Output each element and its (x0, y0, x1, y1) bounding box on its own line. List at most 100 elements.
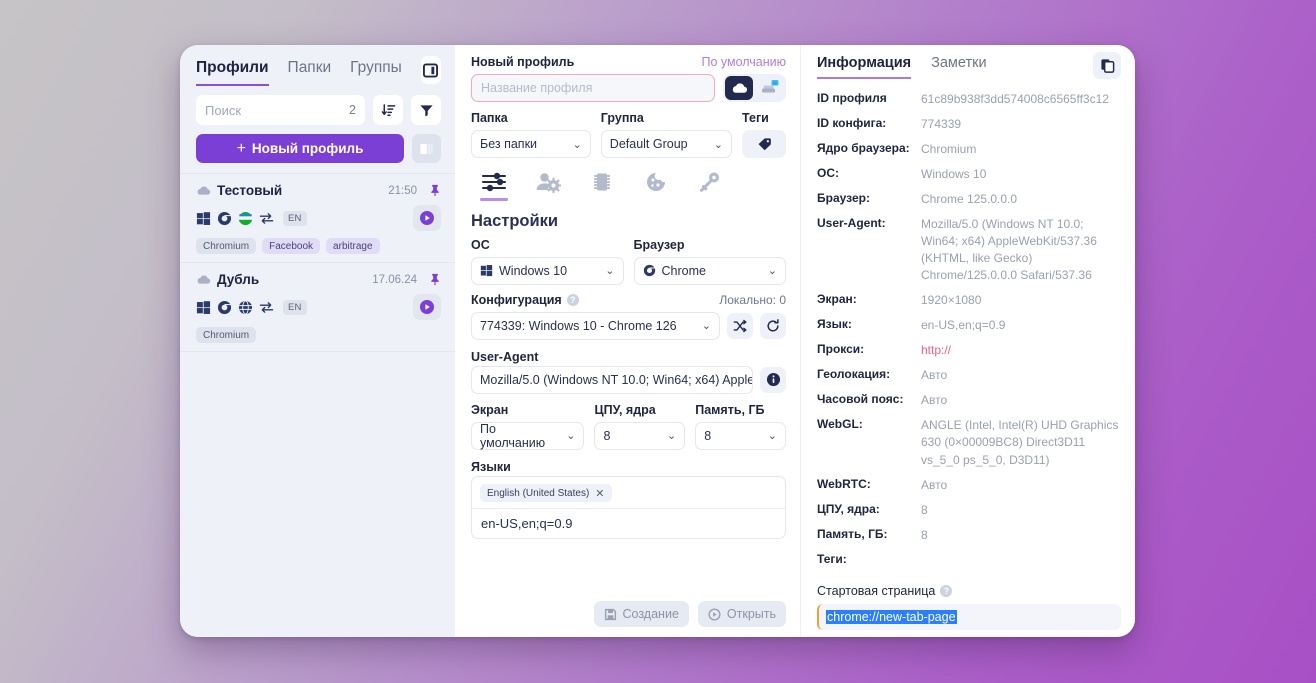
info-key: Геолокация: (817, 367, 891, 382)
accept-language-value[interactable]: en-US,en;q=0.9 (472, 509, 785, 538)
local-storage-button[interactable] (756, 76, 784, 100)
memory-value: 8 (704, 428, 712, 443)
tab-user-settings[interactable] (531, 171, 565, 201)
pin-icon[interactable] (429, 273, 441, 286)
list-item[interactable]: Тестовый 21:50 EN Chromium Facebook arbi… (180, 173, 455, 262)
chip-icon (594, 173, 610, 191)
cloud-icon (732, 83, 747, 93)
group-select[interactable]: Default Group ⌄ (600, 130, 732, 158)
tab-profiles[interactable]: Профили (196, 59, 269, 86)
cpu-select[interactable]: 8 ⌄ (594, 421, 686, 450)
copy-info-button[interactable] (1093, 52, 1121, 79)
storage-type-toggle (723, 74, 786, 102)
app-window: Профили Папки Группы Поиск 2 + Новый про… (180, 45, 1135, 637)
set-default-link[interactable]: По умолчанию (701, 55, 786, 69)
tab-folders[interactable]: Папки (288, 59, 332, 84)
new-profile-row: + Новый профиль (180, 125, 455, 173)
info-value: Mozilla/5.0 (Windows NT 10.0; Win64; x64… (921, 217, 1097, 283)
info-key: Теги: (817, 551, 847, 566)
start-page-value: chrome://new-tab-page (826, 609, 957, 624)
profile-tags: Chromium Facebook arbitrage (196, 238, 441, 254)
save-icon (604, 608, 616, 620)
info-key: WebRTC: (817, 476, 871, 491)
config-value: 774339: Windows 10 - Chrome 126 (480, 318, 677, 333)
profile-name-input[interactable]: Название профиля (471, 74, 715, 102)
info-value: Авто (921, 477, 948, 492)
tab-underline (588, 198, 616, 201)
user-agent-field: User-Agent Mozilla/5.0 (Windows NT 10.0;… (471, 348, 786, 394)
browser-label: Браузер (633, 237, 685, 252)
columns-toggle-button[interactable] (412, 134, 441, 163)
profile-tag[interactable]: arbitrage (326, 238, 380, 254)
info-row: Прокси: http:// (817, 342, 1121, 359)
tab-groups-label: Группы (350, 59, 402, 76)
key-icon (700, 172, 719, 192)
start-page-section: Стартовая страница ? chrome://new-tab-pa… (817, 584, 1121, 637)
list-item[interactable]: Дубль 17.06.24 EN Chromium (180, 262, 455, 351)
refresh-icon (767, 318, 779, 331)
windows-icon (196, 300, 211, 314)
info-key: ОС: (817, 166, 839, 181)
open-button-label: Открыть (726, 607, 776, 621)
pin-icon[interactable] (429, 184, 441, 197)
tag-icon (758, 138, 771, 151)
tab-passwords[interactable] (693, 171, 727, 201)
tab-notes[interactable]: Заметки (931, 55, 986, 77)
start-page-label: Стартовая страница (817, 583, 936, 598)
tab-underline (642, 198, 670, 201)
tags-button[interactable] (742, 130, 786, 158)
user-agent-info-button[interactable] (760, 366, 786, 393)
tab-information[interactable]: Информация (817, 55, 912, 79)
close-icon[interactable]: ✕ (595, 487, 604, 500)
profile-name: Дубль (217, 272, 260, 287)
os-select[interactable]: Windows 10 ⌄ (471, 256, 624, 285)
config-select[interactable]: 774339: Windows 10 - Chrome 126 ⌄ (471, 311, 720, 340)
chevron-down-icon: ⌄ (767, 430, 777, 442)
profile-name: Тестовый (217, 183, 283, 198)
create-button[interactable]: Создание (593, 601, 689, 627)
sort-descending-icon (381, 103, 395, 116)
screen-select[interactable]: По умолчанию ⌄ (471, 421, 585, 450)
config-row: 774339: Windows 10 - Chrome 126 ⌄ (471, 311, 786, 340)
browser-select[interactable]: Chrome ⌄ (633, 256, 786, 285)
new-profile-button[interactable]: + Новый профиль (196, 134, 404, 163)
profile-tag[interactable]: Facebook (262, 238, 321, 254)
info-value: Авто (921, 393, 948, 408)
open-button[interactable]: Открыть (697, 601, 786, 627)
tab-cookies[interactable] (639, 171, 673, 201)
info-row: WebGL: ANGLE (Intel, Intel(R) UHD Graphic… (817, 417, 1121, 468)
run-profile-button[interactable] (413, 294, 441, 320)
info-value-proxy[interactable]: http:// (921, 342, 951, 359)
profile-meta: EN (196, 294, 441, 320)
chevron-down-icon: ⌄ (667, 430, 677, 442)
run-profile-button[interactable] (413, 205, 441, 231)
tab-groups[interactable]: Группы (350, 59, 402, 84)
profile-tag[interactable]: Chromium (196, 327, 257, 343)
search-input[interactable]: Поиск 2 (196, 95, 365, 125)
profile-tag[interactable]: Chromium (196, 238, 257, 254)
tab-general-settings[interactable] (477, 171, 511, 201)
filter-button[interactable] (411, 95, 441, 125)
tab-underline (696, 198, 724, 201)
refresh-config-button[interactable] (760, 312, 786, 339)
tags-label: Теги (742, 111, 769, 125)
folder-select[interactable]: Без папки ⌄ (471, 130, 591, 158)
cloud-storage-button[interactable] (725, 76, 753, 100)
start-page-input[interactable]: chrome://new-tab-page (817, 603, 1121, 630)
config-label-row: Конфигурация ? Локально: 0 (471, 293, 786, 307)
user-agent-input[interactable]: Mozilla/5.0 (Windows NT 10.0; Win64; x64… (471, 365, 753, 394)
cloud-icon (197, 186, 211, 195)
tab-hardware[interactable] (585, 171, 619, 201)
help-icon[interactable]: ? (940, 584, 953, 597)
info-row: Браузер: Chrome 125.0.0.0 (817, 191, 1121, 208)
help-icon[interactable]: ? (566, 293, 579, 306)
sort-button[interactable] (373, 95, 403, 125)
memory-select[interactable]: 8 ⌄ (695, 421, 786, 450)
profile-language-badge: EN (283, 210, 307, 226)
new-profile-button-label: Новый профиль (251, 141, 364, 156)
chevron-down-icon: ⌄ (566, 430, 576, 442)
shuffle-config-button[interactable] (727, 312, 753, 339)
language-chip[interactable]: English (United States) ✕ (480, 484, 612, 502)
profile-language-badge: EN (283, 299, 307, 315)
panel-layout-toggle-button[interactable] (420, 56, 441, 84)
